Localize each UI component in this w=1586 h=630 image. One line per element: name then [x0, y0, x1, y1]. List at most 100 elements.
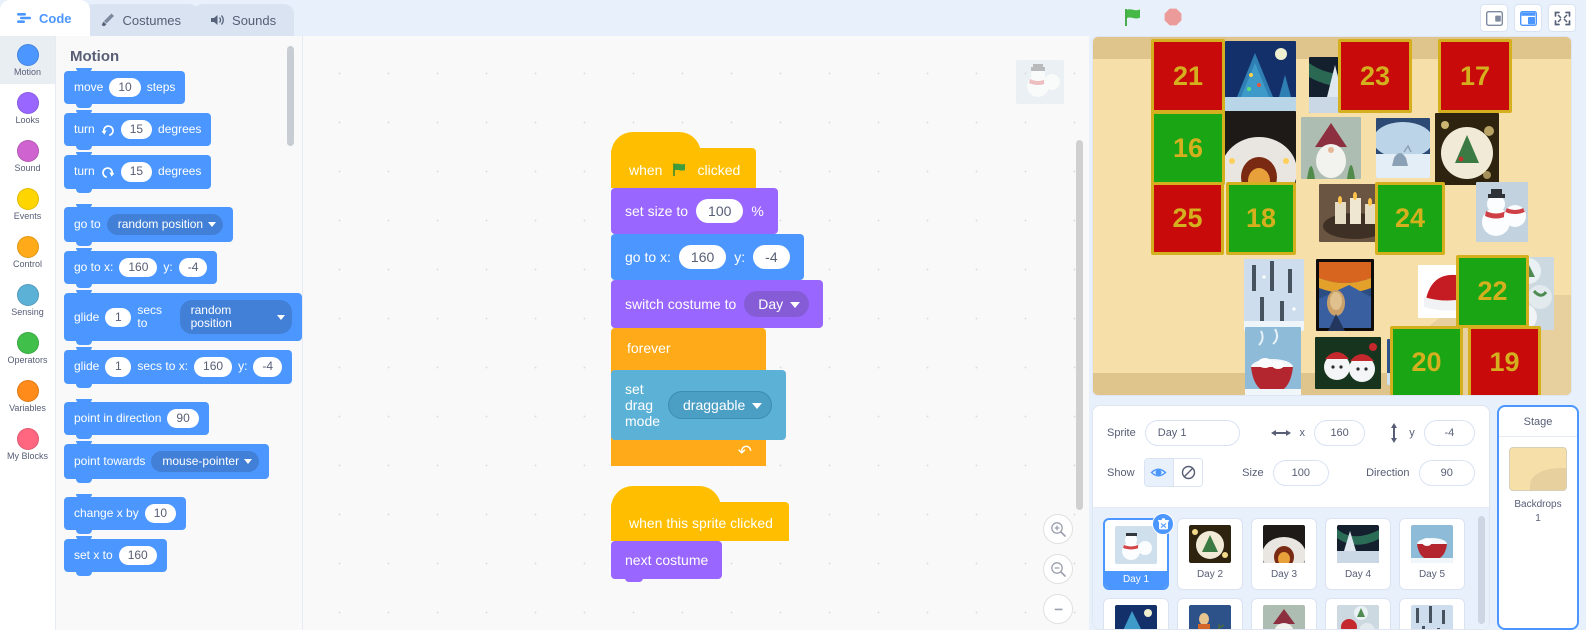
palette-block-glide-to[interactable]: glide 1 secs to random position	[64, 289, 302, 346]
category-sensing[interactable]: Sensing	[0, 276, 55, 324]
go-to-y-input[interactable]: -4	[178, 257, 208, 277]
stage-door-24[interactable]: 24	[1375, 182, 1445, 255]
palette-block-set-x-to[interactable]: set x to 160	[64, 536, 167, 577]
stage-door-22[interactable]: 22	[1456, 255, 1529, 328]
category-operators[interactable]: Operators	[0, 324, 55, 372]
go-to-y-value-input[interactable]: -4	[753, 245, 790, 269]
block-when-flag-clicked[interactable]: when clicked	[611, 132, 757, 188]
category-my-blocks[interactable]: My Blocks	[0, 420, 55, 468]
show-visible-button[interactable]	[1144, 459, 1174, 486]
zoom-reset-button[interactable]	[1043, 594, 1073, 624]
palette-block-go-to-xy[interactable]: go to x: 160 y: -4	[64, 247, 218, 289]
block-palette[interactable]: Motion move 10 steps turn 15 degrees tur…	[56, 36, 303, 630]
direction-input[interactable]: 90	[1418, 459, 1476, 486]
go-to-x-value-input[interactable]: 160	[678, 245, 727, 269]
block-next-costume[interactable]: next costume	[611, 541, 723, 582]
glide-xy-secs-input[interactable]: 1	[105, 357, 132, 377]
size-input[interactable]: 100	[1272, 459, 1330, 486]
tab-costumes[interactable]: Costumes	[83, 4, 200, 36]
sprite-card-day-4[interactable]: Day 4	[1325, 518, 1391, 590]
glide-secs-input[interactable]: 1	[105, 307, 132, 327]
tab-code[interactable]: Code	[0, 0, 90, 36]
stage-door-23[interactable]: 23	[1338, 39, 1412, 113]
glide-target-dropdown[interactable]: random position	[179, 299, 292, 335]
sprite-card-7[interactable]	[1177, 598, 1243, 629]
zoom-out-button[interactable]	[1043, 554, 1073, 584]
costume-dropdown[interactable]: Day	[744, 291, 810, 317]
workspace-vertical-scrollbar[interactable]	[1076, 140, 1083, 510]
palette-block-go-to[interactable]: go to random position	[64, 203, 234, 246]
category-looks[interactable]: Looks	[0, 84, 55, 132]
sprite-card-8[interactable]	[1251, 598, 1317, 629]
sprite-card-day-5[interactable]: Day 5	[1399, 518, 1465, 590]
script-stack-when-sprite-clicked[interactable]: when this sprite clicked next costume	[611, 486, 789, 582]
y-input[interactable]: -4	[1423, 420, 1475, 446]
stage-sprite-the-scream-painting[interactable]	[1316, 259, 1374, 331]
glide-x-input[interactable]: 160	[194, 357, 233, 377]
green-flag-button[interactable]	[1120, 4, 1146, 30]
palette-block-turn-left[interactable]: turn 15 degrees	[64, 152, 212, 193]
category-control[interactable]: Control	[0, 228, 55, 276]
palette-block-change-x-by[interactable]: change x by 10	[64, 493, 187, 535]
stage-sprite-christmas-tree-moonlight[interactable]	[1225, 41, 1296, 112]
drag-mode-dropdown[interactable]: draggable	[668, 391, 773, 419]
stop-button[interactable]	[1160, 4, 1186, 30]
stage-sprite-ornament-bauble[interactable]	[1435, 113, 1499, 185]
stage-sprite-santa-ornaments[interactable]	[1315, 337, 1381, 389]
stage[interactable]: 21 23 17 16 25 18 24 22 20 19	[1092, 36, 1572, 396]
category-sound[interactable]: Sound	[0, 132, 55, 180]
sprite-card-day-3[interactable]: Day 3	[1251, 518, 1317, 590]
category-variables[interactable]: Variables	[0, 372, 55, 420]
palette-block-point-in-direction[interactable]: point in direction 90	[64, 398, 209, 439]
script-stack-when-flag-clicked[interactable]: when clicked set size to 100 % go to x:	[611, 132, 824, 466]
stage-door-17[interactable]: 17	[1438, 39, 1512, 113]
go-to-target-dropdown[interactable]: random position	[106, 213, 224, 235]
x-input[interactable]: 160	[1314, 420, 1366, 446]
sprite-list[interactable]: Day 1 Day 2 Day 3 Day 4 Day 5	[1093, 508, 1489, 629]
fullscreen-button[interactable]	[1548, 4, 1576, 32]
stage-selector[interactable]: Stage Backdrops 1	[1497, 405, 1579, 630]
large-stage-layout-button[interactable]	[1514, 4, 1542, 32]
category-motion[interactable]: Motion	[0, 36, 55, 84]
point-towards-dropdown[interactable]: mouse-pointer	[151, 450, 260, 472]
sprite-card-6[interactable]	[1103, 598, 1169, 629]
stage-sprite-snowman-pair[interactable]	[1476, 182, 1528, 242]
block-set-drag-mode[interactable]: set drag mode draggable	[611, 370, 787, 443]
code-workspace[interactable]: when clicked set size to 100 % go to x:	[303, 36, 1089, 630]
palette-block-glide-to-xy[interactable]: glide 1 secs to x: 160 y: -4	[64, 347, 293, 388]
small-stage-layout-button[interactable]	[1480, 4, 1508, 32]
block-forever[interactable]: forever set drag mode draggable ↶	[611, 328, 787, 466]
stage-sprite-hot-cocoa-mug[interactable]	[1245, 327, 1301, 395]
palette-block-turn-right[interactable]: turn 15 degrees	[64, 110, 212, 151]
stage-door-19[interactable]: 19	[1468, 326, 1541, 395]
sprite-card-day-2[interactable]: Day 2	[1177, 518, 1243, 590]
set-size-value-input[interactable]: 100	[696, 199, 744, 223]
stage-door-18[interactable]: 18	[1226, 182, 1296, 255]
palette-block-move[interactable]: move 10 steps	[64, 67, 186, 109]
palette-scrollbar[interactable]	[287, 46, 294, 146]
stage-door-25[interactable]: 25	[1151, 182, 1224, 255]
block-when-this-sprite-clicked[interactable]: when this sprite clicked	[611, 486, 789, 541]
turn-left-degrees-input[interactable]: 15	[120, 162, 153, 182]
palette-block-point-towards[interactable]: point towards mouse-pointer	[64, 440, 270, 484]
show-hidden-button[interactable]	[1173, 459, 1203, 486]
stage-door-16[interactable]: 16	[1151, 111, 1225, 185]
category-events[interactable]: Events	[0, 180, 55, 228]
go-to-x-input[interactable]: 160	[119, 257, 158, 277]
tab-sounds[interactable]: Sounds	[193, 4, 295, 36]
stage-sprite-igloo-lights[interactable]	[1222, 111, 1296, 185]
sprite-card-day-1[interactable]: Day 1	[1103, 513, 1174, 590]
sprite-card-9[interactable]	[1325, 598, 1391, 629]
block-switch-costume-to[interactable]: switch costume to Day	[611, 280, 824, 331]
set-x-input[interactable]: 160	[118, 546, 157, 566]
change-x-input[interactable]: 10	[144, 503, 177, 524]
stage-door-20[interactable]: 20	[1390, 326, 1463, 395]
turn-right-degrees-input[interactable]: 15	[120, 120, 153, 140]
stage-sprite-winter-trees[interactable]	[1244, 259, 1304, 331]
point-direction-input[interactable]: 90	[167, 408, 199, 428]
stage-sprite-gnome-figure[interactable]	[1301, 117, 1361, 179]
zoom-in-button[interactable]	[1043, 514, 1073, 544]
sprite-name-input[interactable]: Day 1	[1144, 420, 1240, 446]
glide-y-input[interactable]: -4	[253, 357, 283, 377]
stage-door-21[interactable]: 21	[1151, 39, 1225, 113]
